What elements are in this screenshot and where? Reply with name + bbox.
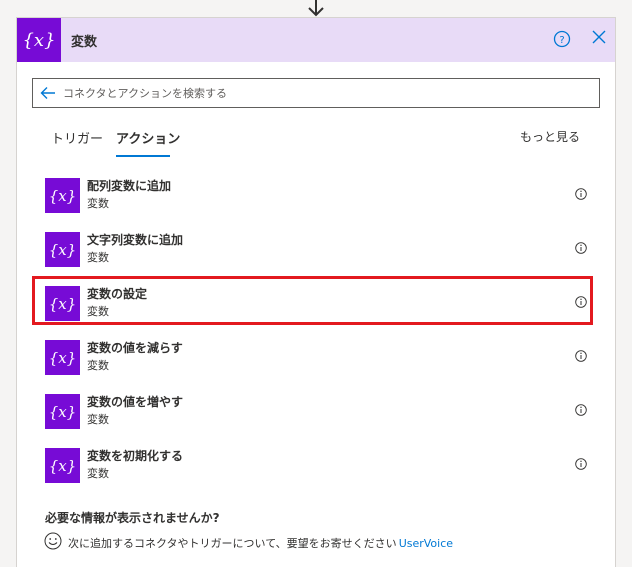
missing-info-title: 必要な情報が表示されませんか?	[45, 511, 220, 525]
close-icon[interactable]	[591, 29, 607, 45]
variable-icon: {x}	[45, 394, 80, 429]
variable-icon: {x}	[45, 448, 80, 483]
variable-icon: {x}	[45, 178, 80, 213]
feedback-text: 次に追加するコネクタやトリガーについて、要望をお寄せください UserVoice	[68, 535, 453, 551]
variable-icon-glyph: {x}	[49, 349, 77, 367]
action-name: 変数の値を減らす	[87, 341, 183, 355]
variable-icon-glyph: {x}	[49, 187, 77, 205]
action-name: 変数を初期化する	[87, 449, 184, 463]
tab-actions[interactable]: アクション	[116, 128, 180, 147]
variable-icon: {x}	[45, 232, 80, 267]
action-item-increment-variable[interactable]: {x} 変数の値を増やす 変数	[39, 390, 595, 434]
info-icon[interactable]	[575, 404, 587, 416]
action-name: 文字列変数に追加	[87, 233, 184, 247]
variable-icon-glyph: {x}	[22, 30, 55, 51]
action-item-initialize-variable[interactable]: {x} 変数を初期化する 変数	[39, 444, 595, 488]
card-header: {x} 変数 ?	[17, 18, 615, 62]
action-connector: 変数	[87, 467, 109, 480]
uservoice-link[interactable]: UserVoice	[399, 537, 453, 550]
variable-icon-glyph: {x}	[49, 457, 77, 475]
search-box	[32, 78, 600, 108]
tab-triggers[interactable]: トリガー	[51, 128, 103, 147]
help-icon[interactable]: ?	[553, 30, 571, 48]
variable-icon-glyph: {x}	[49, 241, 77, 259]
info-icon[interactable]	[575, 350, 587, 362]
info-icon[interactable]	[575, 242, 587, 254]
search-input[interactable]	[63, 83, 583, 103]
active-tab-indicator	[116, 155, 170, 157]
action-connector: 変数	[87, 197, 109, 210]
action-connector: 変数	[87, 413, 109, 426]
see-more-link[interactable]: もっと見る	[520, 128, 580, 145]
action-connector: 変数	[87, 359, 109, 372]
feedback-message: 次に追加するコネクタやトリガーについて、要望をお寄せください	[68, 537, 397, 550]
card-title: 変数	[71, 35, 98, 50]
action-name: 変数の値を増やす	[87, 395, 184, 409]
action-connector: 変数	[87, 251, 109, 264]
variable-icon-glyph: {x}	[49, 403, 77, 421]
variable-icon: {x}	[17, 18, 61, 62]
action-name: 配列変数に追加	[87, 179, 172, 193]
variable-icon: {x}	[45, 340, 80, 375]
highlight-box	[32, 276, 593, 325]
action-item-append-to-string[interactable]: {x} 文字列変数に追加 変数	[39, 228, 595, 272]
smiley-icon	[44, 532, 62, 550]
action-item-append-to-array[interactable]: {x} 配列変数に追加 変数	[39, 174, 595, 218]
action-item-decrement-variable[interactable]: {x} 変数の値を減らす 変数	[39, 336, 595, 380]
flow-down-arrow-icon	[308, 0, 324, 17]
back-arrow-icon[interactable]	[40, 86, 56, 100]
info-icon[interactable]	[575, 458, 587, 470]
svg-text:?: ?	[559, 35, 564, 46]
info-icon[interactable]	[575, 188, 587, 200]
